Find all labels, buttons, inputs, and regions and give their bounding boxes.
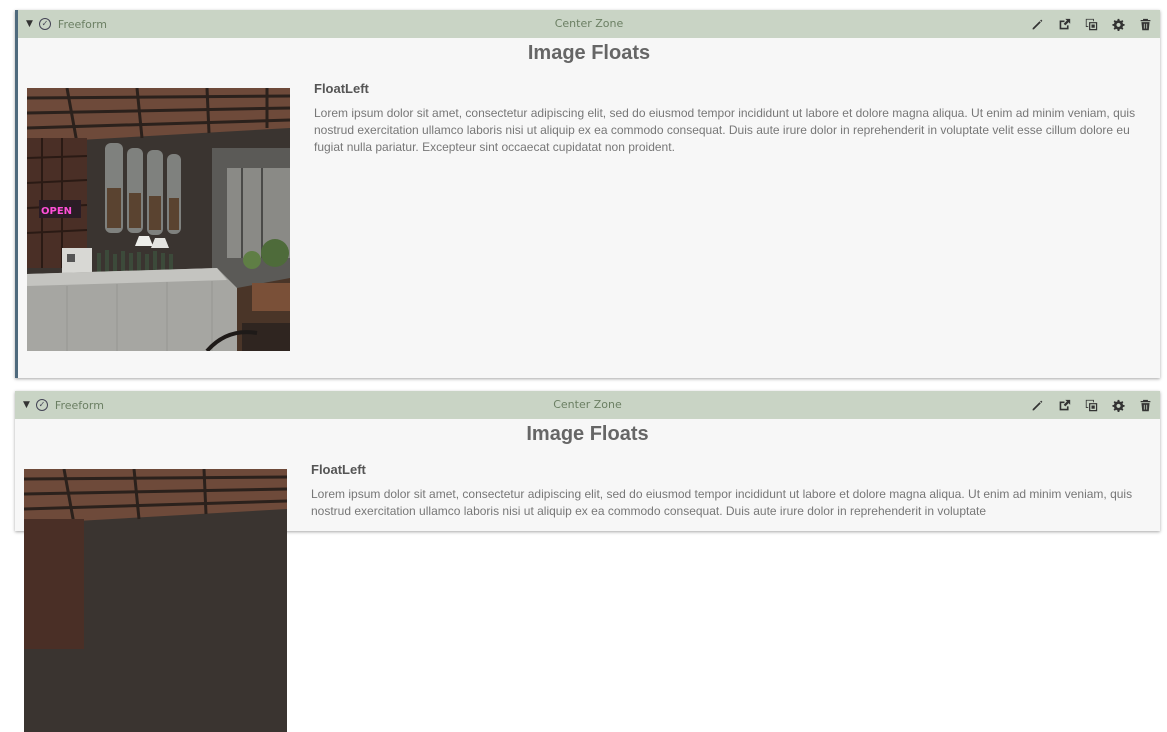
caret-down-icon[interactable]: ▼ — [23, 400, 30, 410]
lorem-paragraph: Lorem ipsum dolor sit amet, consectetur … — [311, 487, 1133, 518]
widget-toolbar: ▼ ✓ Freeform Center Zone — [18, 10, 1160, 38]
copy-icon[interactable] — [1085, 399, 1098, 412]
gear-icon[interactable] — [1112, 399, 1125, 412]
widget-name: Freeform — [54, 398, 104, 412]
widget-subheading: FloatLeft — [311, 462, 366, 477]
trash-icon[interactable] — [1139, 399, 1152, 412]
cafe-interior-image — [24, 469, 287, 732]
freeform-widget: ▼ ✓ Freeform Center Zone Image Floats — [15, 391, 1160, 732]
trash-icon[interactable] — [1139, 18, 1152, 31]
widget-toolbar: ▼ ✓ Freeform Center Zone — [15, 391, 1160, 419]
gear-icon[interactable] — [1112, 18, 1125, 31]
share-icon[interactable] — [1058, 18, 1071, 31]
widget-subheading: FloatLeft — [314, 81, 369, 96]
pencil-icon[interactable] — [1031, 18, 1044, 31]
share-icon[interactable] — [1058, 399, 1071, 412]
copy-icon[interactable] — [1085, 18, 1098, 31]
zone-label: Center Zone — [553, 398, 622, 411]
freeform-widget: ▼ ✓ Freeform Center Zone Image Floats — [15, 10, 1160, 378]
cafe-interior-image: OPEN — [27, 88, 290, 351]
widget-name: Freeform — [57, 17, 107, 31]
svg-text:OPEN: OPEN — [41, 206, 72, 217]
widget-heading: Image Floats — [526, 423, 649, 445]
zone-label: Center Zone — [554, 17, 624, 30]
pencil-icon[interactable] — [1031, 399, 1044, 412]
widget-heading: Image Floats — [527, 42, 651, 64]
caret-down-icon[interactable]: ▼ — [26, 19, 33, 29]
check-circle-icon[interactable]: ✓ — [38, 18, 51, 30]
check-circle-icon[interactable]: ✓ — [35, 399, 48, 411]
lorem-paragraph: Lorem ipsum dolor sit amet, consectetur … — [314, 106, 1136, 154]
